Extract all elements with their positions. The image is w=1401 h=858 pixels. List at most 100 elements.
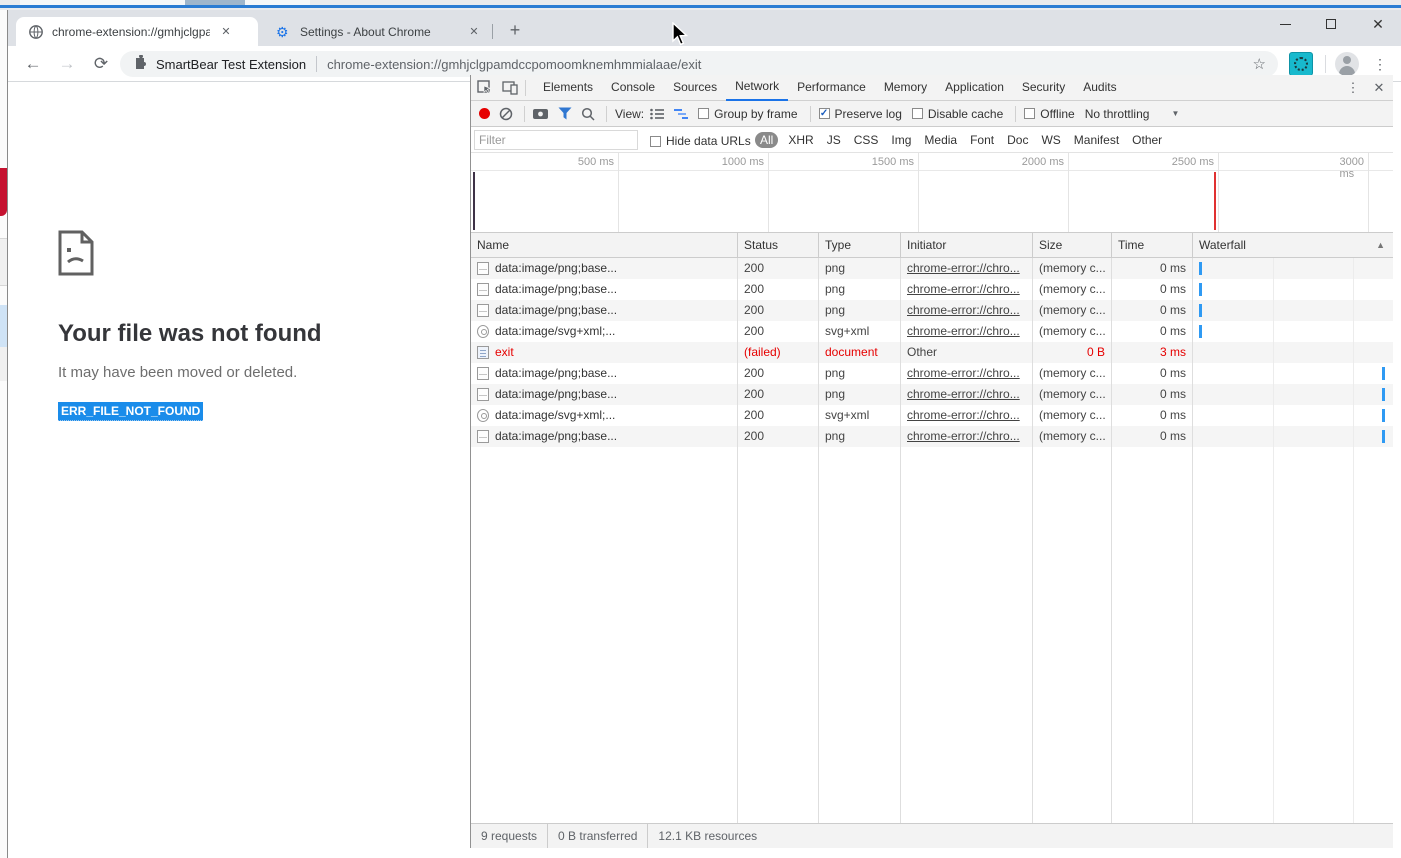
request-initiator[interactable]: chrome-error://chro...	[907, 429, 1020, 443]
filter-pill-media[interactable]: Media	[924, 133, 957, 147]
window-close-button[interactable]: ✕	[1355, 10, 1401, 38]
checkbox-box[interactable]: ✓	[819, 108, 830, 119]
filter-pill-font[interactable]: Font	[970, 133, 994, 147]
column-header-size[interactable]: Size	[1033, 233, 1112, 257]
request-initiator[interactable]: chrome-error://chro...	[907, 282, 1020, 296]
table-row[interactable]: exit(failed)documentOther0 B3 ms	[471, 342, 1393, 363]
table-row[interactable]: data:image/svg+xml;...200svg+xmlchrome-e…	[471, 405, 1393, 426]
filter-button[interactable]	[558, 107, 572, 120]
request-initiator[interactable]: chrome-error://chro...	[907, 261, 1020, 275]
filter-pill-other[interactable]: Other	[1132, 133, 1162, 147]
request-type: png	[819, 426, 901, 447]
bookmark-star-icon[interactable]: ☆	[1253, 55, 1266, 73]
request-initiator[interactable]: chrome-error://chro...	[907, 324, 1020, 338]
request-type: png	[819, 279, 901, 300]
column-header-type[interactable]: Type	[819, 233, 901, 257]
filter-input[interactable]	[474, 130, 638, 150]
column-header-name[interactable]: Name	[471, 233, 738, 257]
table-row[interactable]: data:image/png;base...200pngchrome-error…	[471, 426, 1393, 447]
request-initiator[interactable]: chrome-error://chro...	[907, 387, 1020, 401]
column-header-initiator[interactable]: Initiator	[901, 233, 1033, 257]
filter-pill-doc[interactable]: Doc	[1007, 133, 1028, 147]
checkbox-box[interactable]	[912, 108, 923, 119]
browser-tab-2[interactable]: ⚙ Settings - About Chrome ✕	[264, 17, 492, 46]
url-text[interactable]: chrome-extension://gmhjclgpamdccpomoomkn…	[327, 57, 1244, 72]
filter-pill-xhr[interactable]: XHR	[788, 133, 813, 147]
request-initiator[interactable]: chrome-error://chro...	[907, 408, 1020, 422]
group-by-frame-checkbox[interactable]: Group by frame	[698, 107, 797, 121]
request-time: 0 ms	[1112, 384, 1193, 405]
hide-data-urls-checkbox[interactable]: Hide data URLs	[650, 134, 751, 148]
network-filter-row: Hide data URLs All XHR JS CSS Img Media Font Do…	[471, 127, 1393, 153]
devtools-tab-sources[interactable]: Sources	[664, 75, 726, 101]
checkbox-box[interactable]	[1024, 108, 1035, 119]
tab-close-icon[interactable]: ✕	[466, 24, 482, 40]
devtools-tab-application[interactable]: Application	[936, 75, 1013, 101]
devtools-tab-audits[interactable]: Audits	[1074, 75, 1125, 101]
profile-avatar[interactable]	[1335, 52, 1359, 76]
offline-checkbox[interactable]: Offline	[1024, 107, 1074, 121]
disable-cache-checkbox[interactable]: Disable cache	[912, 107, 1003, 121]
extension-glyph	[1294, 57, 1308, 71]
column-header-waterfall[interactable]: Waterfall▲	[1193, 233, 1393, 257]
table-row[interactable]: data:image/png;base...200pngchrome-error…	[471, 258, 1393, 279]
filter-pill-js[interactable]: JS	[827, 133, 841, 147]
tab-close-icon[interactable]: ✕	[218, 24, 234, 40]
background-window-left-strip	[0, 10, 8, 858]
request-type: svg+xml	[819, 405, 901, 426]
column-header-time[interactable]: Time	[1112, 233, 1193, 257]
view-waterfall-icon[interactable]	[674, 108, 689, 120]
window-minimize-button[interactable]	[1262, 10, 1308, 38]
column-header-status[interactable]: Status	[738, 233, 819, 257]
throttling-value: No throttling	[1085, 107, 1150, 121]
table-row[interactable]: data:image/png;base...200pngchrome-error…	[471, 384, 1393, 405]
gear-icon: ⚙	[276, 24, 292, 40]
extension-action-icon[interactable]	[1289, 52, 1313, 76]
filter-pill-manifest[interactable]: Manifest	[1074, 133, 1119, 147]
clear-button[interactable]	[499, 107, 513, 121]
network-overview-timeline[interactable]: 500 ms1000 ms1500 ms2000 ms2500 ms3000 m…	[471, 153, 1393, 233]
throttling-select[interactable]: No throttling ▼	[1085, 107, 1180, 121]
filter-pill-ws[interactable]: WS	[1041, 133, 1060, 147]
devtools-close-icon[interactable]: ✕	[1365, 80, 1393, 96]
filter-pill-css[interactable]: CSS	[854, 133, 879, 147]
record-button[interactable]	[479, 108, 490, 119]
table-row[interactable]: data:image/png;base...200pngchrome-error…	[471, 363, 1393, 384]
browser-menu-button[interactable]: ⋮	[1370, 51, 1390, 77]
devtools-tab-console[interactable]: Console	[602, 75, 664, 101]
preserve-log-checkbox[interactable]: ✓Preserve log	[819, 107, 902, 121]
table-row[interactable]: data:image/png;base...200pngchrome-error…	[471, 279, 1393, 300]
table-row[interactable]: data:image/svg+xml;...200svg+xmlchrome-e…	[471, 321, 1393, 342]
request-initiator[interactable]: chrome-error://chro...	[907, 366, 1020, 380]
devtools-tabs: ElementsConsoleSourcesNetworkPerformance…	[534, 75, 1126, 101]
window-maximize-button[interactable]	[1308, 10, 1354, 38]
checkbox-box[interactable]	[698, 108, 709, 119]
devtools-menu-icon[interactable]: ⋮	[1341, 80, 1365, 96]
back-button[interactable]: ←	[20, 51, 46, 77]
overview-tick-label: 2000 ms	[1022, 156, 1068, 168]
request-type: document	[819, 342, 901, 363]
address-bar[interactable]: SmartBear Test Extension chrome-extensio…	[120, 51, 1278, 77]
overview-gridline	[768, 153, 769, 232]
view-list-icon[interactable]	[650, 108, 665, 120]
filter-pill-img[interactable]: Img	[891, 133, 911, 147]
inspect-element-icon[interactable]	[471, 75, 497, 100]
request-status: 200	[738, 321, 819, 342]
reload-button[interactable]: ⟳	[88, 51, 114, 77]
new-tab-button[interactable]: +	[502, 18, 528, 44]
request-initiator[interactable]: chrome-error://chro...	[907, 303, 1020, 317]
filter-pill-all[interactable]: All	[755, 132, 778, 148]
device-toolbar-icon[interactable]	[497, 75, 523, 100]
devtools-tab-performance[interactable]: Performance	[788, 75, 875, 101]
screenshot-button[interactable]	[533, 108, 549, 120]
devtools-tab-security[interactable]: Security	[1013, 75, 1074, 101]
extension-name-label: SmartBear Test Extension	[156, 57, 306, 72]
devtools-tab-network[interactable]: Network	[726, 75, 788, 101]
browser-tab-1[interactable]: chrome-extension://gmhjclgpam ✕	[16, 17, 258, 46]
devtools-tab-memory[interactable]: Memory	[875, 75, 936, 101]
checkbox-box[interactable]	[650, 136, 661, 147]
table-row[interactable]: data:image/png;base...200pngchrome-error…	[471, 300, 1393, 321]
devtools-tab-elements[interactable]: Elements	[534, 75, 602, 101]
search-icon[interactable]	[581, 107, 595, 121]
forward-button[interactable]: →	[54, 51, 80, 77]
